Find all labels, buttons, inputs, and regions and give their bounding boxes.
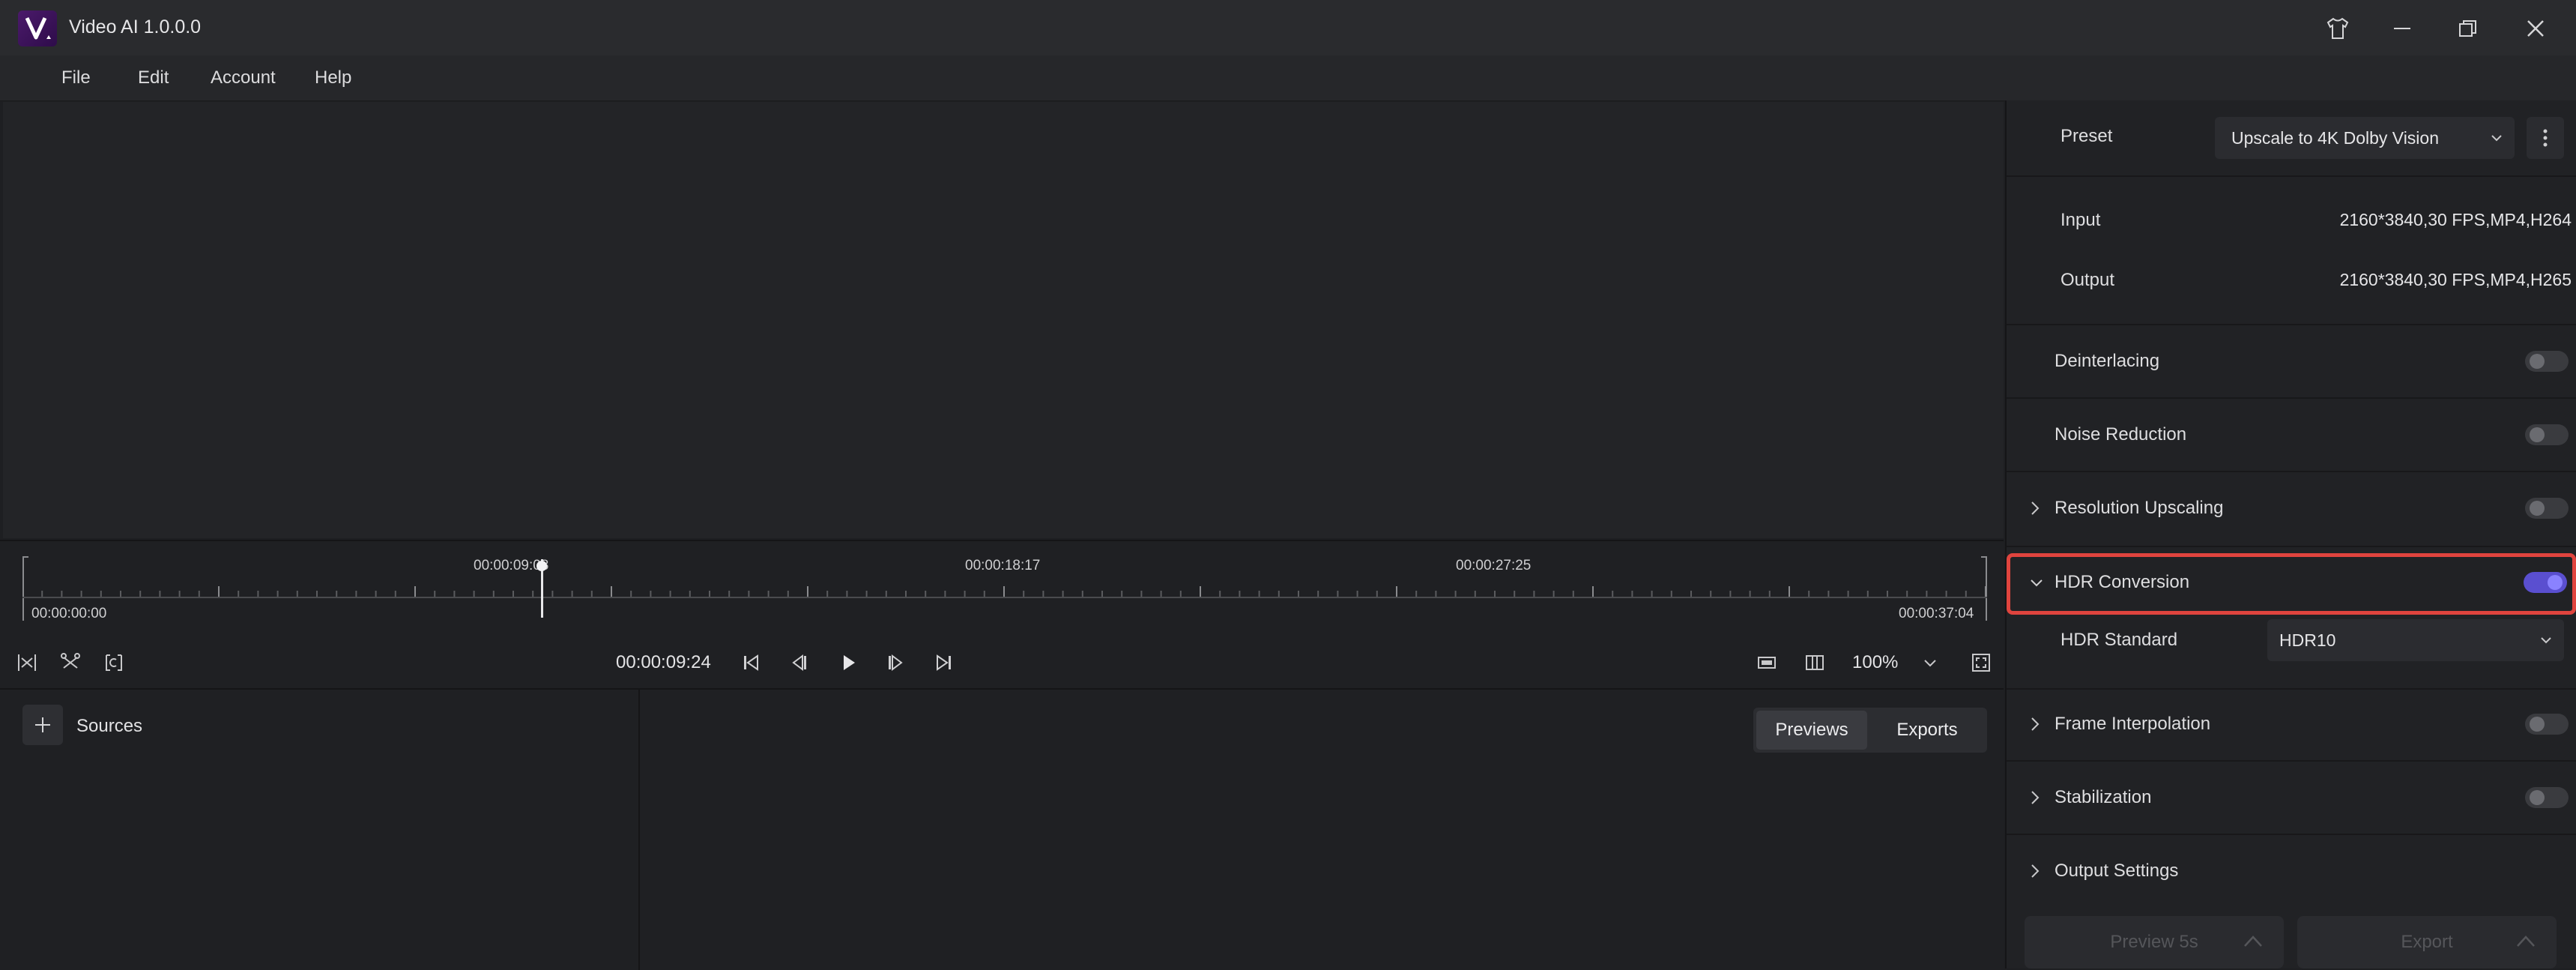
timeline-start-time: 00:00:00:00 [31,606,107,621]
frame-interpolation-toggle[interactable] [2525,714,2569,735]
zoom-level[interactable]: 100% [1852,652,1898,673]
stabilization-toggle[interactable] [2525,787,2569,808]
step-back-icon[interactable] [785,649,812,676]
chevron-up-icon [2244,936,2262,947]
output-value: 2160*3840,30 FPS,MP4,H265 [2339,270,2572,289]
tab-exports[interactable]: Exports [1870,711,1984,750]
preset-value: Upscale to 4K Dolby Vision [2231,128,2439,148]
hdr-standard-value: HDR10 [2279,630,2336,650]
app-logo-icon [18,10,57,46]
plus-icon [35,717,50,732]
preset-label: Preset [2061,126,2113,146]
chevron-down-icon [2541,637,2551,644]
chevron-right-icon[interactable] [2028,862,2043,880]
divider [2007,688,2576,690]
hdr-standard-label: HDR Standard [2061,630,2178,650]
add-source-button[interactable] [22,705,63,745]
deinterlacing-toggle[interactable] [2525,351,2569,372]
chevron-down-icon[interactable] [1917,649,1944,676]
preview-button[interactable]: Preview 5s [2025,916,2284,969]
chevron-right-icon[interactable] [2028,789,2043,807]
deinterlacing-label: Deinterlacing [2055,351,2160,371]
menu-help[interactable]: Help [315,67,351,88]
menu-file[interactable]: File [61,67,91,88]
preset-more-button[interactable] [2527,117,2564,159]
export-button-label: Export [2401,932,2453,952]
chevron-right-icon[interactable] [2028,499,2043,517]
skip-to-start-icon[interactable] [737,649,764,676]
divider [2007,175,2576,177]
frame-interpolation-label[interactable]: Frame Interpolation [2055,714,2210,735]
preview-button-label: Preview 5s [2110,932,2198,952]
trim-icon[interactable] [57,649,84,676]
divider [2007,546,2576,547]
step-forward-icon[interactable] [883,649,910,676]
single-view-icon[interactable] [1753,649,1780,676]
resolution-upscaling-label[interactable]: Resolution Upscaling [2055,498,2223,519]
input-label: Input [2061,210,2101,230]
input-value: 2160*3840,30 FPS,MP4,H264 [2339,210,2572,229]
app-title: Video AI 1.0.0.0 [69,16,202,37]
restore-icon[interactable] [2446,10,2491,46]
divider [2007,760,2576,762]
preset-select[interactable]: Upscale to 4K Dolby Vision [2215,117,2515,159]
timeline-tick-label: 00:00:18:17 [965,558,1041,573]
video-viewer[interactable] [3,102,2004,538]
timeline-track[interactable] [22,597,1987,598]
timeline-start-bracket-top [22,556,28,558]
close-icon[interactable] [2513,10,2558,46]
timeline-tick-label: 00:00:27:25 [1456,558,1532,573]
menu-edit[interactable]: Edit [138,67,169,88]
play-icon[interactable] [835,649,862,676]
divider [2007,471,2576,472]
chevron-right-icon[interactable] [2028,715,2043,733]
crop-icon[interactable] [100,649,127,676]
divider [2007,324,2576,325]
split-view-icon[interactable] [1801,649,1828,676]
chevron-up-icon [2517,936,2535,947]
output-settings-label[interactable]: Output Settings [2055,861,2178,882]
chevron-down-icon[interactable] [2028,574,2046,592]
title-bar [0,0,2576,55]
divider [2007,397,2576,399]
stabilization-label[interactable]: Stabilization [2055,787,2151,808]
split-icon[interactable] [13,649,40,676]
output-label: Output [2061,270,2115,290]
fullscreen-icon[interactable] [1968,649,1995,676]
tab-previews[interactable]: Previews [1756,711,1867,750]
playhead-handle[interactable] [536,561,547,571]
more-vertical-icon [2543,129,2548,147]
noise-reduction-toggle[interactable] [2525,424,2569,445]
current-time: 00:00:09:24 [616,652,711,672]
timeline-ruler[interactable] [22,586,1987,597]
timeline-end-time: 00:00:37:04 [1899,606,1974,621]
menu-account[interactable]: Account [211,67,276,88]
sources-label: Sources [76,716,143,736]
resolution-upscaling-toggle[interactable] [2525,498,2569,519]
timeline-end-bracket-top [1981,556,1987,558]
skip-to-end-icon[interactable] [931,649,958,676]
noise-reduction-label: Noise Reduction [2055,424,2187,445]
export-button[interactable]: Export [2297,916,2557,969]
menu-bar [0,55,2576,101]
hdr-conversion-label[interactable]: HDR Conversion [2055,572,2189,593]
divider [2007,834,2576,835]
chevron-down-icon [2491,135,2502,142]
minimize-icon[interactable] [2380,10,2425,46]
hdr-conversion-toggle[interactable] [2524,572,2567,593]
hdr-standard-select[interactable]: HDR10 [2267,619,2564,661]
tshirt-icon[interactable] [2315,10,2360,46]
